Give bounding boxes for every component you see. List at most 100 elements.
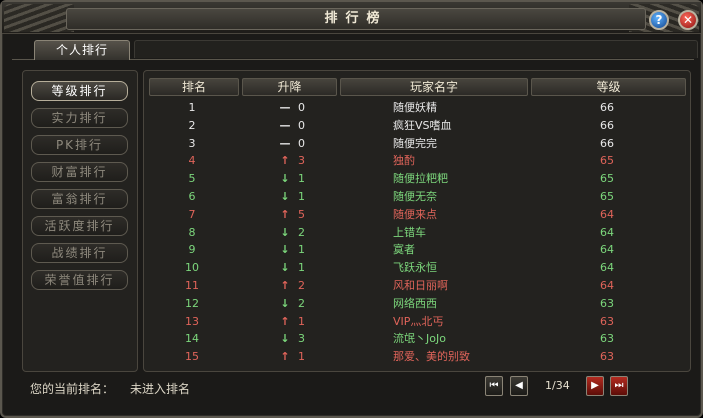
table-row[interactable]: 7 ↑ 5 随便来点 64 xyxy=(148,206,686,223)
prev-page-button[interactable]: ◀ xyxy=(510,376,528,396)
level-cell: 63 xyxy=(600,296,614,310)
player-name-cell: 疯狂VS嗜血 xyxy=(393,118,452,132)
level-cell: 63 xyxy=(600,350,614,364)
sidebar-item-rich[interactable]: 富翁排行 xyxy=(31,189,128,209)
rank-cell: 9 xyxy=(188,243,196,257)
table-row[interactable]: 3 — 0 随便完完 66 xyxy=(148,135,686,152)
level-cell: 65 xyxy=(600,172,614,186)
rank-cell: 10 xyxy=(185,261,199,275)
sidebar-item-activity[interactable]: 活跃度排行 xyxy=(31,216,128,236)
rank-cell: 12 xyxy=(185,296,199,310)
table-row[interactable]: 12 ↓ 2 网络西西 63 xyxy=(148,295,686,312)
rank-cell: 4 xyxy=(188,154,196,168)
level-cell: 66 xyxy=(600,136,614,150)
next-page-button[interactable]: ▶ xyxy=(586,376,604,396)
change-value-cell: 0 xyxy=(298,101,305,114)
window-title: 排行榜 xyxy=(66,8,646,30)
table-row[interactable]: 2 — 0 疯狂VS嗜血 66 xyxy=(148,117,686,134)
player-name-cell: 随便完完 xyxy=(393,136,437,150)
change-value-cell: 1 xyxy=(298,314,305,328)
header-change[interactable]: 升降 xyxy=(242,78,337,96)
change-value-cell: 2 xyxy=(298,225,305,239)
table-row[interactable]: 1 — 0 随便妖精 66 xyxy=(148,99,686,116)
change-value-cell: 3 xyxy=(298,332,305,346)
player-name-cell: 随便来点 xyxy=(393,207,437,221)
level-cell: 66 xyxy=(600,101,614,114)
sidebar-item-battle[interactable]: 战绩排行 xyxy=(31,243,128,263)
change-arrow-icon: ↓ xyxy=(280,225,290,239)
header-level[interactable]: 等级 xyxy=(531,78,686,96)
rank-cell: 8 xyxy=(188,225,196,239)
sidebar-item-level[interactable]: 等级排行 xyxy=(31,81,128,101)
player-name-cell: 飞跃永恒 xyxy=(393,261,437,275)
change-value-cell: 1 xyxy=(298,172,305,186)
table-row[interactable]: 6 ↓ 1 随便无奈 65 xyxy=(148,188,686,205)
change-arrow-icon: ↓ xyxy=(280,190,290,203)
table-row[interactable]: 8 ↓ 2 上错车 64 xyxy=(148,224,686,241)
change-arrow-icon: ↓ xyxy=(280,296,290,310)
change-value-cell: 5 xyxy=(298,207,305,221)
player-name-cell: VIP灬北丐 xyxy=(393,314,444,328)
help-button[interactable]: ? xyxy=(649,10,669,30)
change-arrow-icon: — xyxy=(279,136,291,150)
rank-cell: 15 xyxy=(185,350,199,364)
first-page-button[interactable]: ⏮ xyxy=(485,376,503,396)
player-name-cell: 随便妖精 xyxy=(393,101,437,114)
change-arrow-icon: ↑ xyxy=(280,279,290,292)
last-page-button[interactable]: ⏭ xyxy=(610,376,628,396)
change-value-cell: 1 xyxy=(298,350,305,364)
player-name-cell: 风和日丽啊 xyxy=(393,279,448,292)
player-name-cell: 随便拉粑粑 xyxy=(393,172,448,186)
change-value-cell: 1 xyxy=(298,190,305,203)
level-cell: 64 xyxy=(600,207,614,221)
table-row[interactable]: 4 ↑ 3 独酌 65 xyxy=(148,152,686,169)
player-name-cell: 寞者 xyxy=(393,243,415,257)
header-player-name[interactable]: 玩家名字 xyxy=(340,78,528,96)
table-row[interactable]: 10 ↓ 1 飞跃永恒 64 xyxy=(148,259,686,276)
player-name-cell: 流氓丶JoJo xyxy=(393,332,446,346)
table-row[interactable]: 15 ↑ 1 那爱、美的别致 63 xyxy=(148,348,686,365)
question-icon: ? xyxy=(655,13,663,27)
level-cell: 65 xyxy=(600,154,614,168)
level-cell: 64 xyxy=(600,279,614,292)
level-cell: 64 xyxy=(600,261,614,275)
prev-page-icon: ◀ xyxy=(515,380,523,391)
level-cell: 63 xyxy=(600,314,614,328)
rank-cell: 2 xyxy=(188,118,196,132)
rank-cell: 1 xyxy=(188,101,196,114)
last-page-icon: ⏭ xyxy=(614,380,624,391)
table-row[interactable]: 14 ↓ 3 流氓丶JoJo 63 xyxy=(148,330,686,347)
close-button[interactable]: ✕ xyxy=(678,10,698,30)
change-value-cell: 2 xyxy=(298,296,305,310)
page-indicator: 1/34 xyxy=(545,379,570,392)
change-arrow-icon: — xyxy=(279,101,291,114)
table-row[interactable]: 13 ↑ 1 VIP灬北丐 63 xyxy=(148,313,686,330)
change-value-cell: 3 xyxy=(298,154,305,168)
ranking-window: 排行榜 ? ✕ 个人排行 等级排行 实力排行 PK排行 财富排行 富翁排行 活跃… xyxy=(0,0,703,418)
table-row[interactable]: 9 ↓ 1 寞者 64 xyxy=(148,241,686,258)
change-value-cell: 1 xyxy=(298,261,305,275)
sidebar-item-pk[interactable]: PK排行 xyxy=(31,135,128,155)
level-cell: 64 xyxy=(600,225,614,239)
sidebar-item-honor[interactable]: 荣誉值排行 xyxy=(31,270,128,290)
table-row[interactable]: 5 ↓ 1 随便拉粑粑 65 xyxy=(148,170,686,187)
player-name-cell: 那爱、美的别致 xyxy=(393,350,470,364)
table-row[interactable]: 11 ↑ 2 风和日丽啊 64 xyxy=(148,277,686,294)
rank-cell: 5 xyxy=(188,172,196,186)
tab-personal-ranking[interactable]: 个人排行 xyxy=(34,40,130,60)
ranking-category-sidebar: 等级排行 实力排行 PK排行 财富排行 富翁排行 活跃度排行 战绩排行 荣誉值排… xyxy=(22,70,138,372)
change-arrow-icon: ↓ xyxy=(280,243,290,257)
change-arrow-icon: ↓ xyxy=(280,261,290,275)
next-page-icon: ▶ xyxy=(591,380,599,391)
current-rank-label: 您的当前排名： xyxy=(30,382,115,396)
ranking-table: 排名 升降 玩家名字 等级 1 — 0 随便妖精 66 2—0 疯狂VS嗜血 66 3 — 0 随便完… xyxy=(143,70,691,372)
change-value-cell: 2 xyxy=(298,279,305,292)
sidebar-item-wealth[interactable]: 财富排行 xyxy=(31,162,128,182)
rank-cell: 11 xyxy=(185,279,199,292)
header-rank[interactable]: 排名 xyxy=(149,78,239,96)
player-name-cell: 上错车 xyxy=(393,225,426,239)
sidebar-item-strength[interactable]: 实力排行 xyxy=(31,108,128,128)
level-cell: 64 xyxy=(600,243,614,257)
close-icon: ✕ xyxy=(682,13,694,27)
level-cell: 65 xyxy=(600,190,614,203)
